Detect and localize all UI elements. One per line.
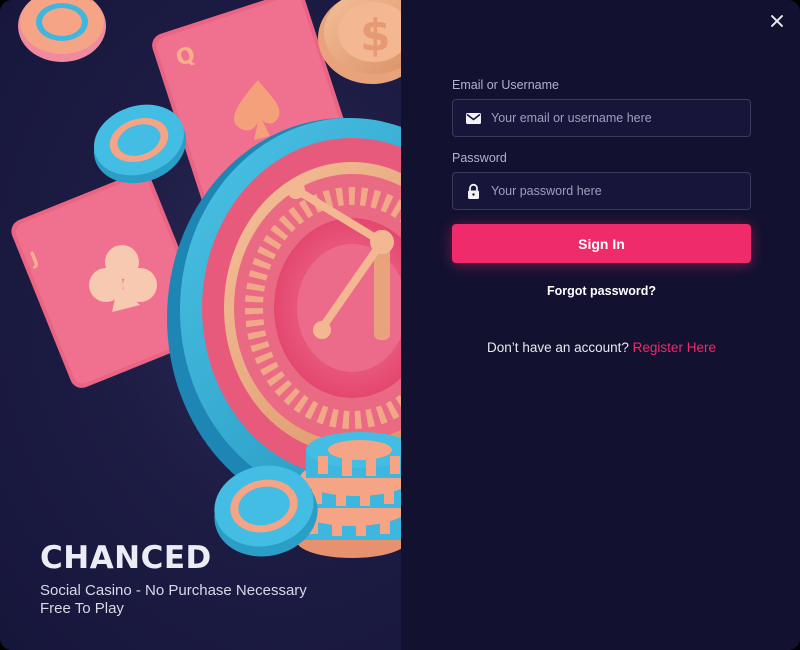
sign-in-form: Email or Username Password Sign In Forgo… (452, 78, 751, 355)
lock-icon (468, 183, 479, 199)
sign-in-button[interactable]: Sign In (452, 224, 751, 263)
password-label: Password (452, 151, 507, 165)
forgot-password-link[interactable]: Forgot password? (452, 284, 751, 298)
password-input[interactable] (491, 173, 741, 209)
password-field[interactable] (452, 172, 751, 210)
dollar-coin: $ (318, 0, 401, 84)
close-icon[interactable] (768, 12, 786, 30)
svg-text:$: $ (360, 10, 391, 61)
brand-block: CHANCED Social Casino - No Purchase Nece… (40, 540, 307, 618)
brand-name: CHANCED (40, 540, 212, 576)
email-label: Email or Username (452, 78, 559, 92)
email-input[interactable] (491, 100, 741, 136)
register-prompt-line: Don’t have an account? Register Here (452, 340, 751, 355)
register-prompt: Don’t have an account? (487, 340, 629, 355)
brand-tagline: Social Casino - No Purchase Necessary (40, 582, 307, 599)
mail-icon (466, 113, 481, 124)
sign-in-modal: Q J $ CHANCED Social Casino - No Purchas… (0, 0, 800, 650)
register-link[interactable]: Register Here (633, 340, 716, 355)
brand-tagline-secondary: Free To Play (40, 600, 124, 617)
email-field[interactable] (452, 99, 751, 137)
hero-panel: Q J $ CHANCED Social Casino - No Purchas… (0, 0, 401, 650)
sign-in-panel: Email or Username Password Sign In Forgo… (401, 0, 800, 650)
poker-chip (18, 0, 106, 62)
